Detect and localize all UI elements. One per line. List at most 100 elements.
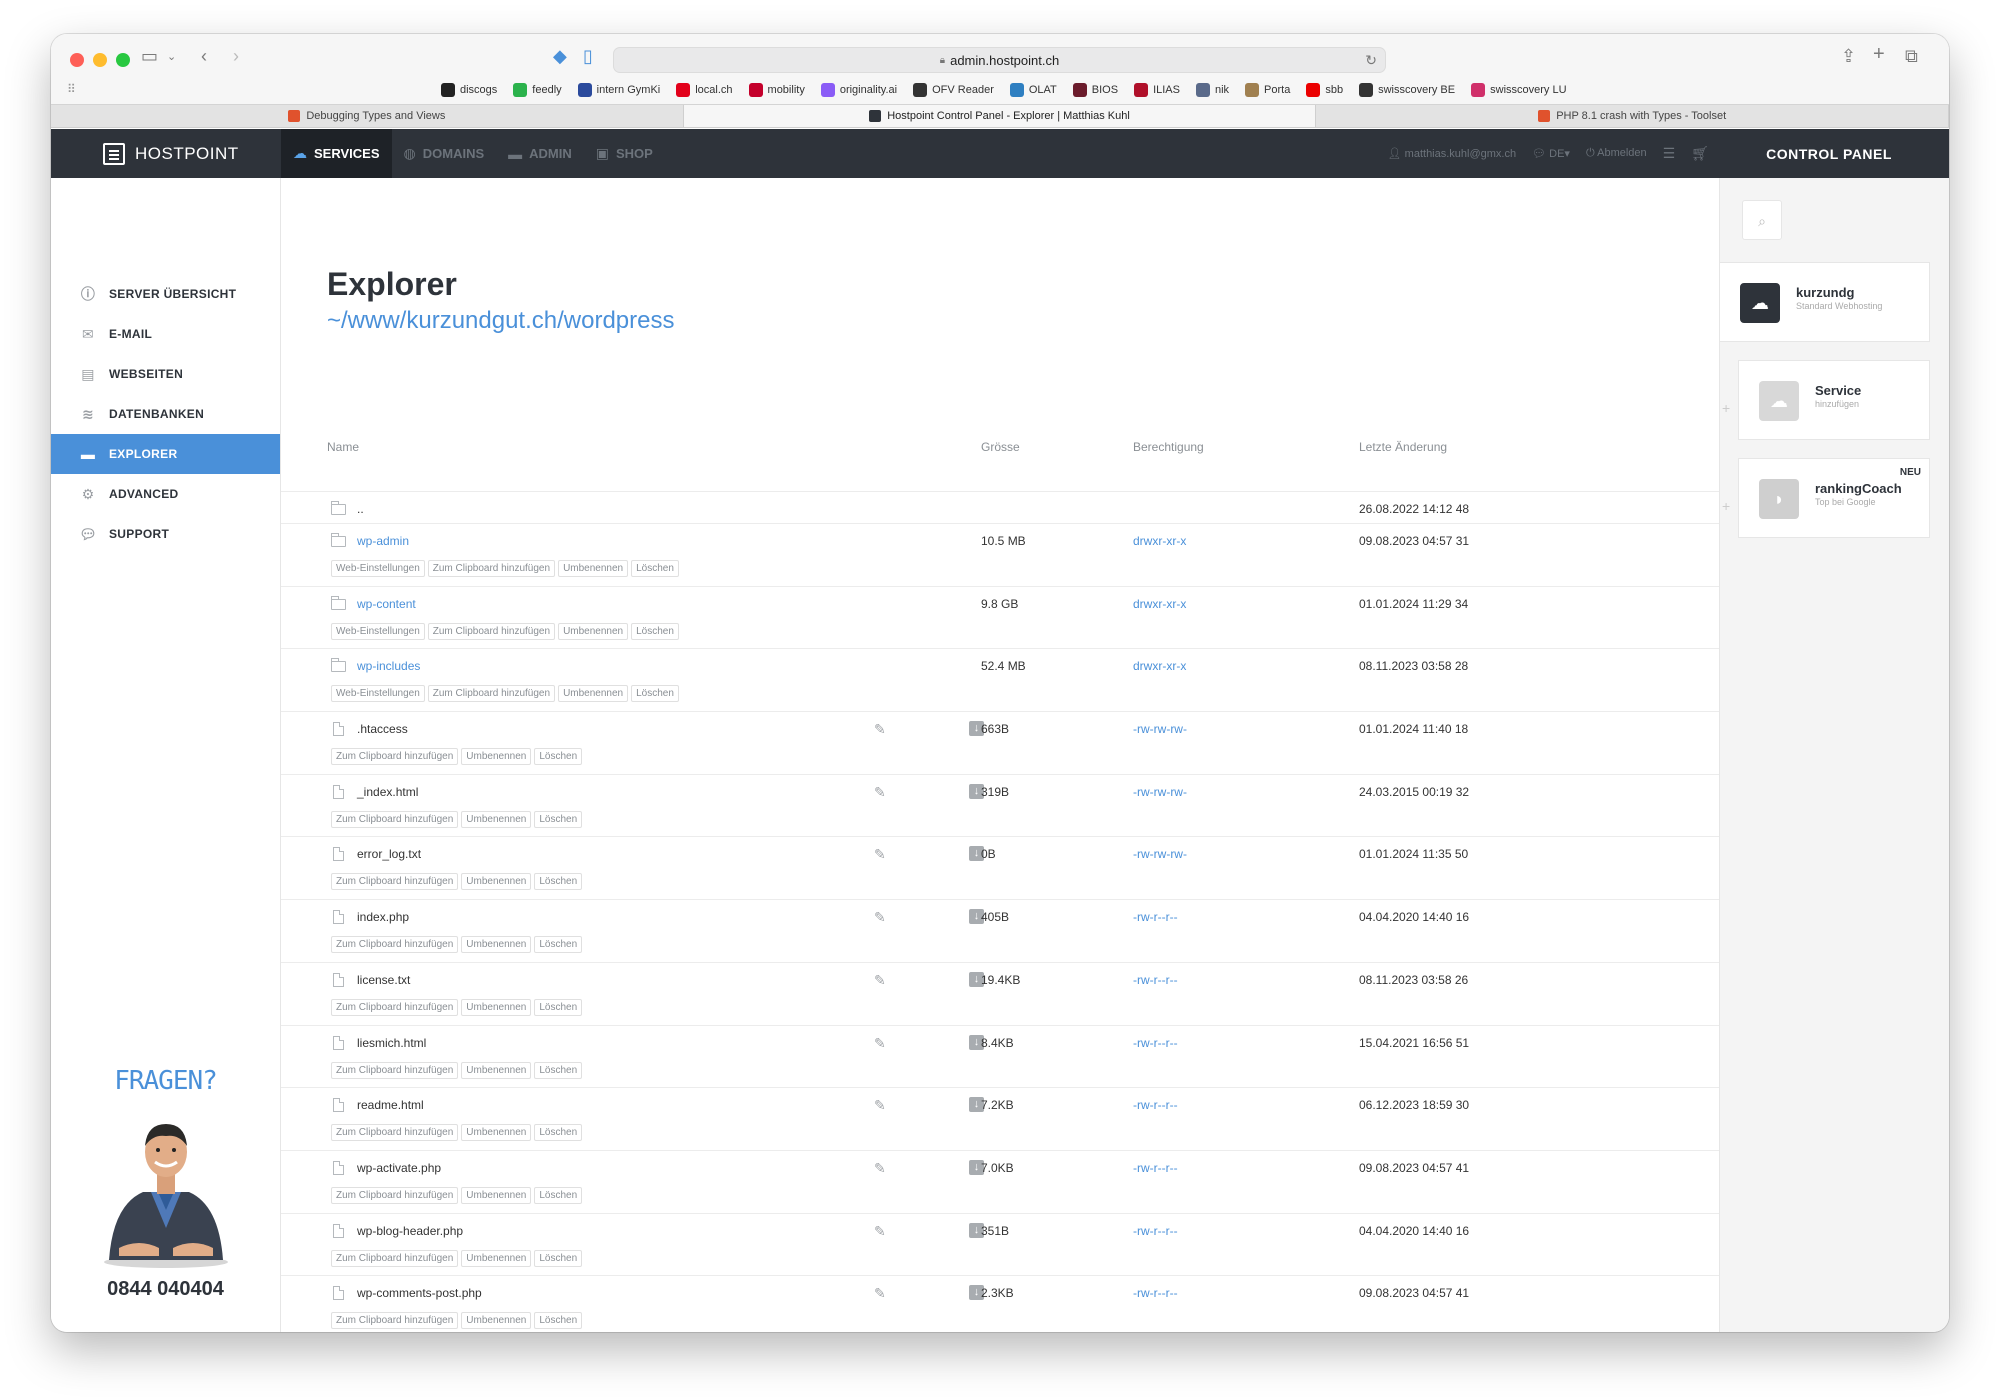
row-action-button[interactable]: Löschen [534, 1312, 583, 1330]
row-name[interactable]: liesmich.html [357, 1036, 426, 1050]
bookmark-item[interactable]: feedly [513, 83, 562, 97]
row-action-button[interactable]: Umbenennen [461, 1312, 532, 1330]
row-action-button[interactable]: Löschen [631, 685, 679, 703]
row-action-button[interactable]: Zum Clipboard hinzufügen [331, 936, 459, 954]
row-action-button[interactable]: Löschen [534, 936, 583, 954]
row-action-button[interactable]: Umbenennen [558, 685, 629, 703]
row-action-button[interactable]: Umbenennen [461, 748, 532, 766]
zoom-window-button[interactable] [116, 53, 130, 67]
row-action-button[interactable]: Löschen [534, 1061, 583, 1079]
row-action-button[interactable]: Umbenennen [461, 1186, 532, 1204]
row-permission[interactable]: -rw-r--r-- [1133, 973, 1178, 987]
browser-tab[interactable]: Hostpoint Control Panel - Explorer | Mat… [683, 105, 1317, 127]
row-name[interactable]: wp-includes [357, 659, 420, 673]
row-permission[interactable]: -rw-rw-rw- [1133, 722, 1187, 736]
nav-shop[interactable]: ▣ SHOP [584, 129, 665, 178]
bookmark-item[interactable]: local.ch [676, 83, 733, 97]
edit-pencil-icon[interactable]: ✎ [874, 972, 886, 989]
reload-icon[interactable]: ↻ [1365, 52, 1377, 69]
row-action-button[interactable]: Umbenennen [558, 622, 629, 640]
row-action-button[interactable]: Löschen [631, 560, 679, 577]
row-name[interactable]: error_log.txt [357, 847, 421, 861]
grid-icon[interactable]: ⠿ [67, 82, 76, 96]
row-action-button[interactable]: Zum Clipboard hinzufügen [331, 998, 459, 1016]
row-action-button[interactable]: Zum Clipboard hinzufügen [427, 685, 556, 703]
row-action-button[interactable]: Umbenennen [461, 1249, 532, 1267]
bookmark-item[interactable]: mobility [748, 83, 805, 97]
edit-pencil-icon[interactable]: ✎ [874, 721, 886, 738]
row-permission[interactable]: drwxr-xr-x [1133, 534, 1186, 548]
row-name[interactable]: license.txt [357, 973, 410, 987]
nav-domains[interactable]: ◍ DOMAINS [392, 129, 497, 178]
logout-button[interactable]: ⏻ Abmelden [1586, 147, 1647, 160]
new-tab-icon[interactable]: + [1873, 43, 1885, 66]
address-bar[interactable]: 🔒︎ admin.hostpoint.ch ↻ [613, 47, 1386, 73]
chevron-down-icon[interactable]: ⌄ [167, 50, 176, 63]
row-permission[interactable]: -rw-r--r-- [1133, 910, 1178, 924]
sidebar-toggle-icon[interactable]: ▭ [141, 46, 158, 67]
row-action-button[interactable]: Zum Clipboard hinzufügen [331, 873, 459, 891]
bookmark-item[interactable]: OFV Reader [913, 83, 994, 97]
row-action-button[interactable]: Zum Clipboard hinzufügen [427, 622, 556, 640]
row-action-button[interactable]: Löschen [631, 622, 679, 640]
edit-pencil-icon[interactable]: ✎ [874, 909, 886, 926]
row-permission[interactable]: drwxr-xr-x [1133, 659, 1186, 673]
language-select[interactable]: 💬︎ DE▾ [1532, 147, 1570, 160]
service-card[interactable]: ☁ Service hinzufügen [1738, 360, 1930, 440]
bookmark-item[interactable]: intern GymKi [577, 83, 660, 97]
row-action-button[interactable]: Zum Clipboard hinzufügen [331, 1186, 459, 1204]
edit-pencil-icon[interactable]: ✎ [874, 1035, 886, 1052]
row-action-button[interactable]: Löschen [534, 810, 583, 828]
row-action-button[interactable]: Löschen [534, 1249, 583, 1267]
hostpoint-logo[interactable]: HOSTPOINT [51, 129, 281, 178]
row-action-button[interactable]: Umbenennen [461, 873, 532, 891]
close-window-button[interactable] [70, 53, 84, 67]
bookmark-item[interactable]: swisscovery LU [1471, 83, 1567, 97]
row-action-button[interactable]: Löschen [534, 873, 583, 891]
sidebar-item-explorer[interactable]: ▬ EXPLORER [51, 434, 280, 474]
privacy-icon[interactable]: ◆ [553, 46, 567, 67]
browser-tab[interactable]: PHP 8.1 crash with Types - Toolset [1316, 105, 1949, 127]
row-permission[interactable]: -rw-r--r-- [1133, 1098, 1178, 1112]
row-action-button[interactable]: Umbenennen [461, 810, 532, 828]
parent-directory-row[interactable]: .. 26.08.2022 14:12 48 [281, 491, 1719, 523]
sidebar-item-support[interactable]: 💬︎ SUPPORT [51, 514, 280, 554]
sidebar-item-webseiten[interactable]: ▤ WEBSEITEN [51, 354, 280, 394]
tab-overview-icon[interactable]: ⧉ [1905, 46, 1918, 67]
row-action-button[interactable]: Umbenennen [461, 936, 532, 954]
row-action-button[interactable]: Zum Clipboard hinzufügen [331, 1312, 459, 1330]
sidebar-item-e-mail[interactable]: ✉ E-MAIL [51, 314, 280, 354]
plus-icon[interactable]: + [1722, 498, 1730, 514]
row-action-button[interactable]: Umbenennen [461, 1124, 532, 1142]
column-last-modified[interactable]: Letzte Änderung [1359, 440, 1447, 454]
service-card[interactable]: ☁ kurzundg Standard Webhosting [1720, 262, 1930, 342]
bookmark-item[interactable]: originality.ai [820, 83, 897, 97]
bookmark-item[interactable]: OLAT [1009, 83, 1057, 97]
bookmark-item[interactable]: Porta [1245, 83, 1290, 97]
edit-pencil-icon[interactable]: ✎ [874, 1160, 886, 1177]
row-name[interactable]: _index.html [357, 785, 418, 799]
row-name[interactable]: wp-blog-header.php [357, 1224, 463, 1238]
row-permission[interactable]: -rw-rw-rw- [1133, 785, 1187, 799]
parent-directory-link[interactable]: .. [357, 502, 364, 516]
row-permission[interactable]: -rw-r--r-- [1133, 1161, 1178, 1175]
column-name[interactable]: Name [327, 440, 359, 454]
row-action-button[interactable]: Web-Einstellungen [331, 685, 425, 703]
row-permission[interactable]: -rw-r--r-- [1133, 1036, 1178, 1050]
row-action-button[interactable]: Umbenennen [461, 1061, 532, 1079]
row-name[interactable]: .htaccess [357, 722, 408, 736]
row-name[interactable]: wp-activate.php [357, 1161, 441, 1175]
back-icon[interactable]: ‹ [201, 46, 207, 67]
page-icon[interactable]: ▯ [583, 46, 593, 67]
browser-tab[interactable]: Debugging Types and Views [51, 105, 684, 127]
row-action-button[interactable]: Web-Einstellungen [331, 622, 425, 640]
row-action-button[interactable]: Web-Einstellungen [331, 560, 425, 577]
row-action-button[interactable]: Zum Clipboard hinzufügen [331, 1061, 459, 1079]
service-card[interactable]: ◗ rankingCoach Top bei Google NEU [1738, 458, 1930, 538]
bookmark-item[interactable]: nik [1195, 83, 1229, 97]
row-action-button[interactable]: Löschen [534, 998, 583, 1016]
edit-pencil-icon[interactable]: ✎ [874, 784, 886, 801]
column-size[interactable]: Grösse [981, 440, 1020, 454]
edit-pencil-icon[interactable]: ✎ [874, 1223, 886, 1240]
row-action-button[interactable]: Löschen [534, 1186, 583, 1204]
